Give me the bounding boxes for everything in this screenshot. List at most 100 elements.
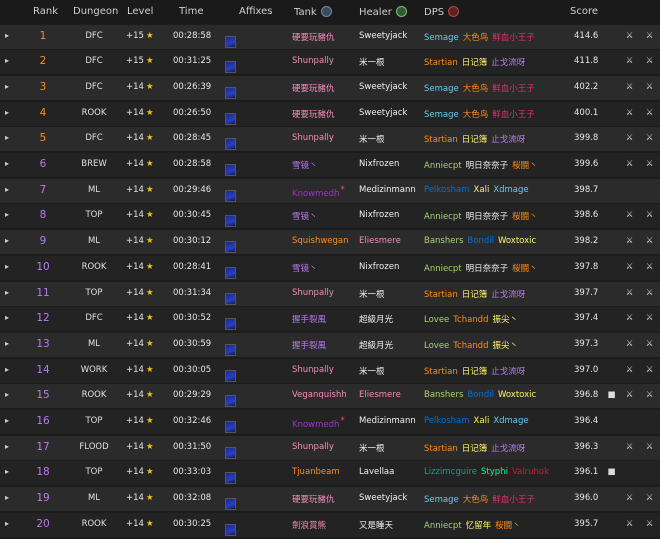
log-link-icon[interactable]: ⚔ [644,159,655,169]
tank-player[interactable]: Shunpally [292,365,334,375]
tank-player[interactable]: Shunpally [292,288,334,298]
table-row[interactable]: ▸ 19 ML +14 ★ 00:32:08 硬要玩豬仇 Sweetyjack Semage 大色… [0,487,660,512]
table-row[interactable]: ▸ 11 TOP +14 ★ 00:31:34 Shunpally 米一根 Startian 日记… [0,281,660,306]
dps-player[interactable]: Xdmage [493,416,528,426]
header-dps[interactable]: DPS [424,6,460,18]
seasonal-affix-icon[interactable] [225,292,236,305]
dps-player[interactable]: Xdmage [493,185,528,195]
dps-player[interactable]: 日记簿 [462,444,488,454]
dps-player[interactable]: 鲜血小王子 [492,495,535,505]
seasonal-affix-icon[interactable] [225,446,236,459]
table-row[interactable]: ▸ 18 TOP +14 ★ 00:33:03 Tjuanbeam Lavellaa Lizzi… [0,461,660,486]
dps-player[interactable]: Startian [424,367,458,377]
table-row[interactable]: ▸ 1 DFC +15 ★ 00:28:58 硬要玩豬仇 Sweetyjack Semage 大色… [0,24,660,49]
expand-row-icon[interactable]: ▸ [5,31,9,40]
table-row[interactable]: ▸ 10 ROOK +14 ★ 00:28:41 雪镜丶 Nixfrozen Anniecpt 明… [0,255,660,280]
seasonal-affix-icon[interactable] [225,61,236,74]
table-row[interactable]: ▸ 16 TOP +14 ★ 00:32:46 Knowmedh* Medizinmann Pe… [0,410,660,434]
table-row[interactable]: ▸ 9 ML +14 ★ 00:30:12 Squishwegan Eliesmere Bans… [0,230,660,255]
log-link-icon[interactable]: ⚔ [624,133,635,143]
header-score[interactable]: Score [570,6,598,17]
log-link-icon[interactable]: ⚔ [624,31,635,41]
video-icon[interactable]: ■ [606,390,617,400]
tank-player[interactable]: Knowmedh* [292,416,345,430]
healer-player[interactable]: Eliesmere [359,236,401,246]
dps-player[interactable]: 日记簿 [462,290,488,300]
header-rank[interactable]: Rank [33,6,58,17]
dps-player[interactable]: Pelkosham [424,185,470,195]
healer-player[interactable]: 又是睡天 [359,519,393,531]
log-link-icon[interactable]: ⚔ [644,442,655,452]
tank-player[interactable]: 硬要玩豬仇 [292,493,335,505]
header-tank[interactable]: Tank [294,6,332,18]
table-row[interactable]: ▸ 20 ROOK +14 ★ 00:30:25 劍浪賞熊 又是睡天 Anniecpt 忆留年 桜闘… [0,512,660,537]
dps-player[interactable]: Styphi [481,467,508,477]
dps-player[interactable]: 大色鸟 [463,84,489,94]
healer-player[interactable]: Sweetyjack [359,82,407,92]
healer-player[interactable]: Lavellaa [359,467,394,477]
dps-player[interactable]: Xali [474,416,490,426]
dps-player[interactable]: Startian [424,290,458,300]
table-row[interactable]: ▸ 6 BREW +14 ★ 00:28:58 雪镜丶 Nixfrozen Anniecpt 明日… [0,153,660,177]
dps-player[interactable]: 明日奈奈子 [466,212,509,222]
dps-player[interactable]: 日记簿 [462,367,488,377]
dps-player[interactable]: Anniecpt [424,521,462,531]
dps-player[interactable]: Lovee [424,341,449,351]
dps-player[interactable]: Semage [424,84,459,94]
dps-player[interactable]: Banshers [424,236,463,246]
log-link-icon[interactable]: ⚔ [624,56,635,66]
dps-player[interactable]: Xali [474,185,490,195]
seasonal-affix-icon[interactable] [225,498,236,511]
healer-player[interactable]: 米一根 [359,365,385,377]
tank-player[interactable]: Tjuanbeam [292,467,340,477]
expand-row-icon[interactable]: ▸ [5,519,9,528]
tank-player[interactable]: 握手裂風 [292,339,326,351]
healer-player[interactable]: 米一根 [359,56,385,68]
log-link-icon[interactable]: ⚔ [624,390,635,400]
table-row[interactable]: ▸ 3 DFC +14 ★ 00:26:39 硬要玩豬仇 Sweetyjack Semage 大色… [0,75,660,100]
dps-player[interactable]: 大色鸟 [463,33,489,43]
healer-player[interactable]: Sweetyjack [359,108,407,118]
table-row[interactable]: ▸ 8 TOP +14 ★ 00:30:45 雪镜丶 Nixfrozen Anniecpt 明日奈… [0,204,660,229]
seasonal-affix-icon[interactable] [225,318,236,331]
dps-player[interactable]: Pelkosham [424,416,470,426]
table-row[interactable]: ▸ 13 ML +14 ★ 00:30:59 握手裂風 超級月光 Lovee Tchandd 振尖丶… [0,332,660,357]
dps-player[interactable]: Anniecpt [424,264,462,274]
dps-player[interactable]: Woxtoxic [498,390,536,400]
seasonal-affix-icon[interactable] [225,241,236,254]
dps-player[interactable]: 桜闘丶 [512,212,538,222]
seasonal-affix-icon[interactable] [225,472,236,485]
dps-player[interactable]: 明日奈奈子 [466,264,509,274]
healer-player[interactable]: 超級月光 [359,339,393,351]
expand-row-icon[interactable]: ▸ [5,313,9,322]
dps-player[interactable]: 忆留年 [466,521,492,531]
expand-row-icon[interactable]: ▸ [5,493,9,502]
dps-player[interactable]: 明日奈奈子 [466,161,509,171]
tank-player[interactable]: 硬要玩豬仇 [292,31,335,43]
log-link-icon[interactable]: ⚔ [644,493,655,503]
dps-player[interactable]: 鲜血小王子 [492,33,535,43]
seasonal-affix-icon[interactable] [225,421,236,433]
log-link-icon[interactable]: ⚔ [644,108,655,118]
log-link-icon[interactable]: ⚔ [644,56,655,66]
video-icon[interactable]: ■ [606,467,617,477]
log-link-icon[interactable]: ⚔ [644,210,655,220]
seasonal-affix-icon[interactable] [225,112,236,125]
healer-player[interactable]: Eliesmere [359,390,401,400]
dps-player[interactable]: Tchandd [453,341,488,351]
log-link-icon[interactable]: ⚔ [624,82,635,92]
table-row[interactable]: ▸ 2 DFC +15 ★ 00:31:25 Shunpally 米一根 Startian 日记簿… [0,50,660,75]
healer-player[interactable]: Nixfrozen [359,159,399,169]
tank-player[interactable]: 硬要玩豬仇 [292,108,335,120]
seasonal-affix-icon[interactable] [225,138,236,151]
dps-player[interactable]: 桜闘丶 [512,161,538,171]
tank-player[interactable]: 握手裂風 [292,313,326,325]
expand-row-icon[interactable]: ▸ [5,236,9,245]
log-link-icon[interactable]: ⚔ [644,133,655,143]
tank-player[interactable]: 雪镜丶 [292,262,318,274]
tank-player[interactable]: 劍浪賞熊 [292,519,326,531]
log-link-icon[interactable]: ⚔ [624,519,635,529]
table-row[interactable]: ▸ 17 FLOOD +14 ★ 00:31:50 Shunpally 米一根 Startian… [0,435,660,460]
log-link-icon[interactable]: ⚔ [644,313,655,323]
seasonal-affix-icon[interactable] [225,215,236,228]
